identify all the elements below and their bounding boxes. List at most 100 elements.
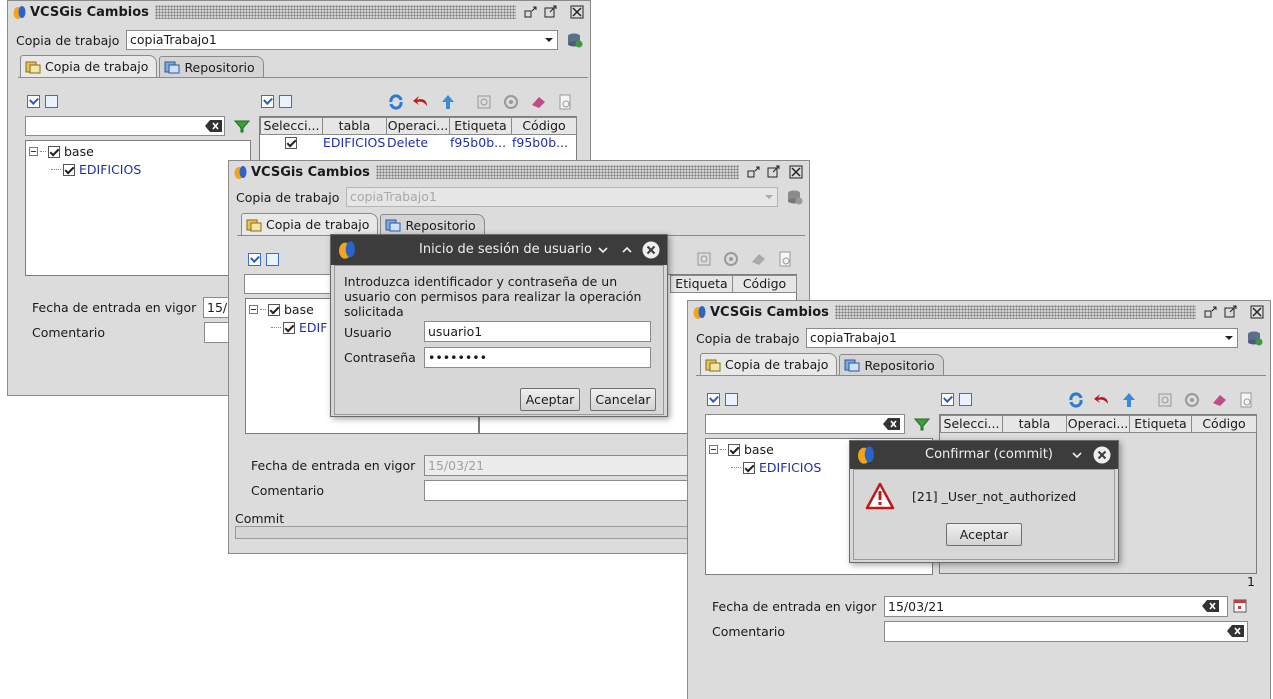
maximize-icon[interactable] bbox=[1224, 305, 1238, 319]
table-deselect-all-button[interactable] bbox=[279, 95, 292, 108]
export-icon[interactable] bbox=[777, 251, 793, 267]
clear-icon[interactable] bbox=[205, 120, 223, 132]
table-header[interactable]: Etiqueta bbox=[670, 275, 733, 293]
tree-filter-input[interactable] bbox=[244, 274, 334, 294]
tree-checkbox[interactable] bbox=[268, 303, 280, 316]
table-header[interactable]: Código bbox=[1191, 415, 1257, 433]
center-icon[interactable] bbox=[723, 251, 739, 267]
tree-node-edificios[interactable]: EDIFICIOS bbox=[51, 162, 141, 177]
upload-icon[interactable] bbox=[1121, 392, 1137, 408]
select-all-button[interactable] bbox=[27, 95, 40, 108]
export-icon[interactable] bbox=[557, 94, 573, 110]
row-checkbox[interactable] bbox=[285, 137, 297, 149]
dialog-titlebar[interactable]: Inicio de sesión de usuario bbox=[331, 235, 667, 265]
working-copy-select[interactable]: copiaTrabajo1 bbox=[806, 328, 1238, 348]
zoom-icon[interactable] bbox=[696, 251, 712, 267]
password-input[interactable]: •••••••• bbox=[424, 347, 651, 368]
chevron-down-icon[interactable] bbox=[1071, 449, 1083, 461]
tab-working-copy[interactable]: Copia de trabajo bbox=[20, 55, 158, 77]
table-header[interactable]: Selecci... bbox=[260, 117, 323, 135]
calendar-icon[interactable] bbox=[1232, 598, 1248, 614]
working-copy-select[interactable]: copiaTrabajo1 bbox=[126, 30, 558, 50]
table-header[interactable]: Selecci... bbox=[940, 415, 1003, 433]
minimize-icon[interactable] bbox=[1204, 305, 1218, 319]
tree-node-edificios[interactable]: EDIFICIOS bbox=[731, 460, 821, 475]
cancel-button[interactable]: Cancelar bbox=[590, 388, 656, 411]
table-header[interactable]: tabla bbox=[322, 117, 387, 135]
minimize-icon[interactable] bbox=[747, 165, 761, 179]
working-copy-select[interactable]: copiaTrabajo1 bbox=[346, 187, 778, 207]
table-row[interactable]: EDIFICIOS Delete f95b0b... f95b0b... bbox=[260, 135, 576, 152]
export-icon[interactable] bbox=[1238, 392, 1254, 408]
accept-button[interactable]: Aceptar bbox=[946, 523, 1022, 546]
tree-checkbox[interactable] bbox=[743, 461, 755, 474]
close-icon[interactable] bbox=[570, 5, 584, 19]
accept-button[interactable]: Aceptar bbox=[520, 388, 580, 411]
table-deselect-all-button[interactable] bbox=[959, 393, 972, 406]
close-icon[interactable] bbox=[1250, 305, 1264, 319]
eraser-icon[interactable] bbox=[1211, 392, 1227, 408]
refresh-icon[interactable] bbox=[1068, 392, 1084, 408]
table-header[interactable]: Etiqueta bbox=[1129, 415, 1192, 433]
tree-node-edificios[interactable]: EDIF bbox=[271, 320, 327, 335]
dialog-titlebar[interactable]: Confirmar (commit) bbox=[850, 441, 1118, 469]
revert-icon[interactable] bbox=[413, 94, 429, 110]
database-icon[interactable] bbox=[1247, 330, 1263, 346]
table-header[interactable]: Código bbox=[511, 117, 577, 135]
table-header[interactable]: tabla bbox=[1002, 415, 1067, 433]
chevron-down-icon[interactable] bbox=[597, 244, 609, 256]
tab-working-copy[interactable]: Copia de trabajo bbox=[241, 213, 379, 235]
table-header[interactable]: Operaci... bbox=[386, 117, 450, 135]
chevron-up-icon[interactable] bbox=[621, 244, 633, 256]
collapse-icon[interactable] bbox=[29, 147, 38, 156]
filter-icon[interactable] bbox=[234, 118, 250, 134]
collapse-icon[interactable] bbox=[249, 305, 258, 314]
select-all-button[interactable] bbox=[707, 393, 720, 406]
date-input[interactable]: 15/03/21 bbox=[884, 596, 1228, 617]
eraser-icon[interactable] bbox=[750, 251, 766, 267]
close-icon[interactable] bbox=[642, 241, 660, 259]
tree-node-base[interactable]: base bbox=[709, 442, 774, 457]
user-input[interactable]: usuario1 bbox=[424, 321, 651, 342]
clear-icon[interactable] bbox=[1202, 600, 1220, 612]
table-select-all-button[interactable] bbox=[261, 95, 274, 108]
table-header[interactable]: Etiqueta bbox=[449, 117, 512, 135]
tree-checkbox[interactable] bbox=[48, 145, 60, 158]
clear-icon[interactable] bbox=[1227, 625, 1245, 637]
refresh-icon[interactable] bbox=[388, 94, 404, 110]
minimize-icon[interactable] bbox=[524, 5, 538, 19]
upload-icon[interactable] bbox=[440, 94, 456, 110]
deselect-all-button[interactable] bbox=[45, 95, 58, 108]
tree-filter-input[interactable] bbox=[25, 116, 225, 136]
tree-checkbox[interactable] bbox=[283, 321, 295, 334]
database-icon[interactable] bbox=[567, 32, 583, 48]
zoom-icon[interactable] bbox=[1157, 392, 1173, 408]
tab-repository[interactable]: Repositorio bbox=[159, 56, 264, 77]
tree-node-base[interactable]: base bbox=[29, 144, 94, 159]
center-icon[interactable] bbox=[503, 94, 519, 110]
tree-filter-input[interactable] bbox=[705, 414, 905, 434]
maximize-icon[interactable] bbox=[767, 165, 781, 179]
window-titlebar[interactable]: VCSGis Cambios bbox=[688, 301, 1270, 323]
tree-checkbox[interactable] bbox=[728, 443, 740, 456]
close-icon[interactable] bbox=[789, 165, 803, 179]
revert-icon[interactable] bbox=[1094, 392, 1110, 408]
window-titlebar[interactable]: VCSGis Cambios bbox=[8, 1, 590, 23]
window-titlebar[interactable]: VCSGis Cambios bbox=[229, 161, 809, 183]
eraser-icon[interactable] bbox=[530, 94, 546, 110]
collapse-icon[interactable] bbox=[709, 445, 718, 454]
tree-checkbox[interactable] bbox=[63, 163, 75, 176]
close-icon[interactable] bbox=[1093, 446, 1111, 464]
table-header[interactable]: Código bbox=[732, 275, 797, 293]
center-icon[interactable] bbox=[1184, 392, 1200, 408]
maximize-icon[interactable] bbox=[544, 5, 558, 19]
deselect-all-button[interactable] bbox=[725, 393, 738, 406]
comment-input[interactable] bbox=[884, 621, 1248, 642]
clear-icon[interactable] bbox=[883, 418, 901, 430]
zoom-icon[interactable] bbox=[476, 94, 492, 110]
deselect-all-button[interactable] bbox=[266, 253, 279, 266]
database-icon[interactable] bbox=[787, 189, 803, 205]
filter-icon[interactable] bbox=[914, 416, 930, 432]
select-all-button[interactable] bbox=[248, 253, 261, 266]
tab-working-copy[interactable]: Copia de trabajo bbox=[700, 353, 838, 375]
